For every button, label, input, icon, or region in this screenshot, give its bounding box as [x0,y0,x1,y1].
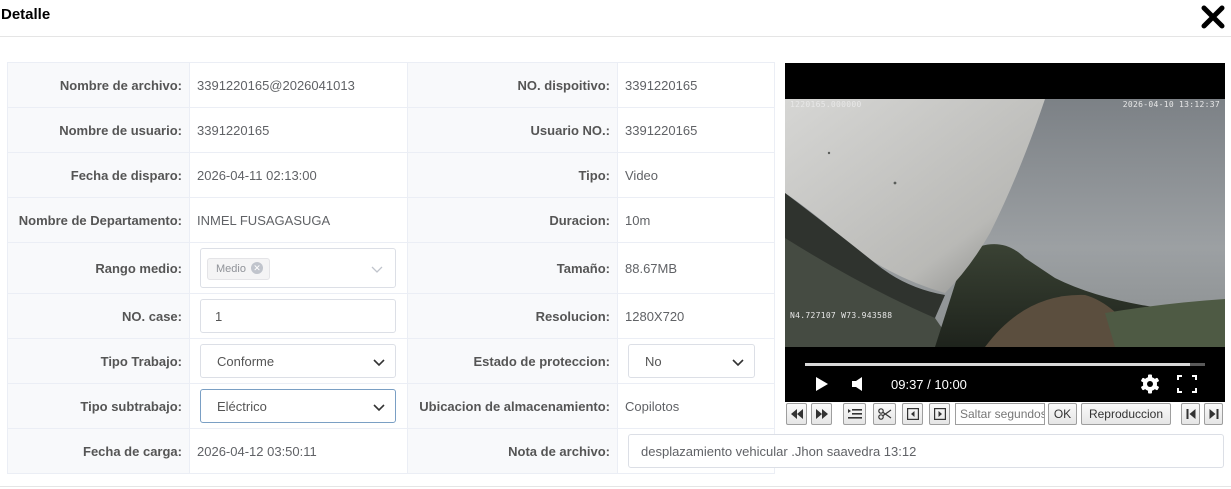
scissors-icon[interactable] [873,403,896,425]
media-range-tag: Medio ✕ [207,258,270,280]
field-label: Nombre de Departamento: [7,197,190,243]
rewind-icon[interactable] [786,403,807,425]
video-player[interactable]: 1220165.000000 2026-04-10 13:12:37 N4.72… [785,63,1225,402]
media-range-select[interactable]: Medio ✕ [200,248,396,288]
protection-state-select[interactable]: No [628,344,755,378]
table-row: Nombre de Departamento: INMEL FUSAGASUGA… [7,197,775,243]
trigger-date-value: 2026-04-11 02:13:00 [189,152,408,198]
player-control-bar: Saltar segundos OK Reproduccion [786,403,1226,428]
close-icon[interactable] [1200,4,1226,30]
chevron-down-icon [373,404,385,412]
table-row: Nombre de archivo: 3391220165@2026041013… [7,62,775,108]
field-label: Tipo Trabajo: [7,338,190,384]
field-label: Rango medio: [7,242,190,294]
dialog-footer-divider [0,486,1231,487]
dialog-header: Detalle [0,0,1231,37]
case-number-value: 1 [215,309,223,324]
skip-start-icon[interactable] [1181,403,1200,425]
case-number-cell: 1 [189,293,408,339]
field-label: Nombre de usuario: [7,107,190,153]
field-label: Nombre de archivo: [7,62,190,108]
playlist-icon[interactable] [843,403,866,425]
subwork-type-cell: Eléctrico [189,383,408,429]
work-type-select[interactable]: Conforme [200,344,396,378]
table-row: Tipo Trabajo: Conforme Estado de protecc… [7,338,775,384]
field-label: Fecha de carga: [7,428,190,474]
play-icon[interactable] [815,376,829,392]
seek-ok-button[interactable]: OK [1048,403,1077,425]
resolution-value: 1280X720 [617,293,775,339]
field-label: Usuario NO.: [407,107,618,153]
work-type-value: Conforme [217,354,275,369]
media-range-tag-label: Medio [216,263,246,275]
size-value: 88.67MB [617,242,775,294]
device-number-value: 3391220165 [617,62,775,108]
protection-cell: No [617,338,775,384]
settings-icon[interactable] [1140,374,1160,394]
chevron-down-icon [371,266,383,273]
chevron-down-icon [373,359,385,367]
osd-device-id: 1220165.000000 [790,100,862,109]
case-number-input[interactable]: 1 [200,299,396,333]
user-name-value: 3391220165 [189,107,408,153]
type-value: Video [617,152,775,198]
field-label: Resolucion: [407,293,618,339]
file-note-input[interactable]: desplazamiento vehicular .Jhon saavedra … [628,434,1224,468]
subwork-type-value: Eléctrico [217,399,267,414]
osd-timestamp: 2026-04-10 13:12:37 [1122,100,1220,109]
detail-table: Nombre de archivo: 3391220165@2026041013… [7,62,775,474]
user-number-value: 3391220165 [617,107,775,153]
upload-date-value: 2026-04-12 03:50:11 [189,428,408,474]
video-progress-bar[interactable] [805,363,1205,366]
duration-value: 10m [617,197,775,243]
file-name-value: 3391220165@2026041013 [189,62,408,108]
seek-seconds-input[interactable]: Saltar segundos [955,403,1045,425]
storage-location-value: Copilotos [617,383,775,429]
field-label: Duracion: [407,197,618,243]
video-time: 09:37 / 10:00 [891,377,967,392]
work-type-cell: Conforme [189,338,408,384]
subwork-type-select[interactable]: Eléctrico [200,389,396,423]
field-label: Tipo subtrabajo: [7,383,190,429]
field-label: NO. dispoitivo: [407,62,618,108]
field-label: Ubicacion de almacenamiento: [407,383,618,429]
protection-state-value: No [645,354,662,369]
step-forward-icon[interactable] [929,403,950,425]
step-back-icon[interactable] [902,403,923,425]
skip-end-icon[interactable] [1204,403,1223,425]
field-label: Nota de archivo: [407,428,618,474]
video-progress-fill [805,363,1190,366]
table-row: Tipo subtrabajo: Eléctrico Ubicacion de … [7,383,775,429]
table-row: Nombre de usuario: 3391220165 Usuario NO… [7,107,775,153]
chevron-down-icon [732,359,744,367]
dialog-title: Detalle [1,6,51,23]
fullscreen-icon[interactable] [1177,375,1197,393]
field-label: Estado de proteccion: [407,338,618,384]
department-value: INMEL FUSAGASUGA [189,197,408,243]
file-note-value: desplazamiento vehicular .Jhon saavedra … [641,444,917,459]
field-label: Tipo: [407,152,618,198]
video-frame [785,99,1225,402]
fast-forward-icon[interactable] [811,403,832,425]
field-label: Fecha de disparo: [7,152,190,198]
field-label: Tamaño: [407,242,618,294]
volume-icon[interactable] [851,376,865,392]
seek-seconds-placeholder: Saltar segundos [960,407,1045,421]
tag-remove-icon[interactable]: ✕ [250,262,263,275]
media-range-cell: Medio ✕ [189,242,408,294]
table-row: Rango medio: Medio ✕ Tamaño: 88.67MB [7,242,775,294]
playback-button[interactable]: Reproduccion [1081,403,1171,425]
osd-coordinates: N4.727107 W73.943588 [790,311,893,320]
table-row: Fecha de disparo: 2026-04-11 02:13:00 Ti… [7,152,775,198]
field-label: NO. case: [7,293,190,339]
table-row: NO. case: 1 Resolucion: 1280X720 [7,293,775,339]
